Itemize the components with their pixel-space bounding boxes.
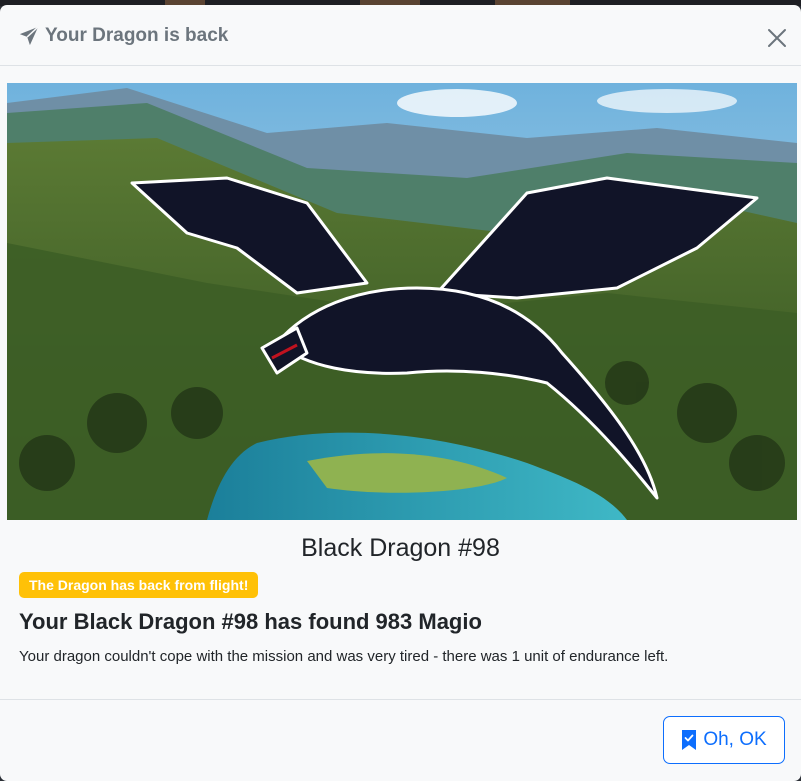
modal-header: Your Dragon is back (0, 5, 801, 66)
send-icon (19, 26, 39, 46)
found-message: Your Black Dragon #98 has found 983 Magi… (19, 609, 482, 634)
ok-button[interactable]: Oh, OK (663, 716, 785, 764)
ok-button-label: Oh, OK (703, 729, 767, 750)
dragon-return-modal: Your Dragon is back Black Dragon #98 The… (0, 5, 801, 781)
dragon-image (7, 83, 797, 520)
bookmark-check-icon (682, 730, 697, 750)
close-icon[interactable] (762, 23, 792, 53)
dragon-name: Black Dragon #98 (301, 534, 500, 562)
status-badge: The Dragon has back from flight! (19, 572, 259, 598)
mission-details: Your dragon couldn't cope with the missi… (19, 648, 669, 665)
modal-title: Your Dragon is back (45, 25, 229, 46)
